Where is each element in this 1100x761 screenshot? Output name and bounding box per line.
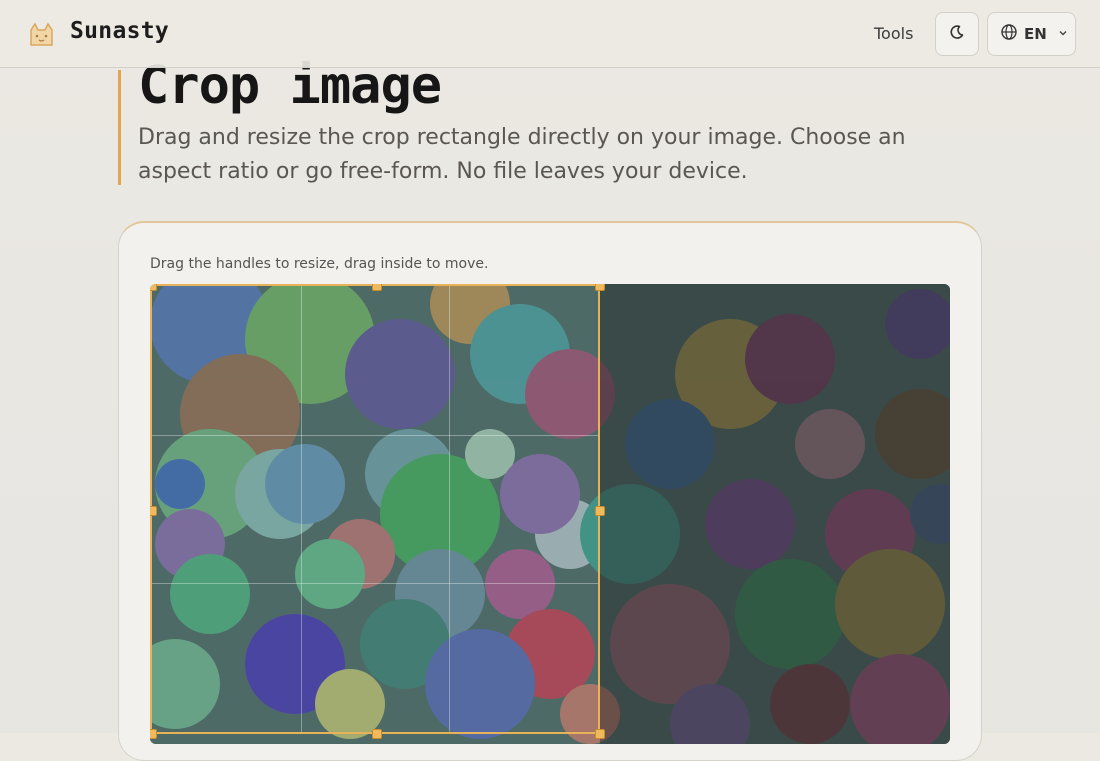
page-description: Drag and resize the crop rectangle direc… <box>138 125 906 184</box>
theme-toggle-button[interactable] <box>935 12 979 56</box>
crop-rectangle[interactable] <box>150 284 605 739</box>
grid-line <box>152 434 598 436</box>
crop-handle-bottom-left[interactable] <box>150 729 157 739</box>
outside-crop-shade <box>600 284 950 744</box>
language-label: EN <box>1024 25 1047 43</box>
language-select[interactable]: EN <box>987 12 1076 56</box>
tools-link[interactable]: Tools <box>866 22 921 45</box>
grid-line <box>152 583 598 585</box>
heading-accent-bar <box>118 70 121 185</box>
image-canvas[interactable] <box>150 284 950 744</box>
crop-handle-right[interactable] <box>595 506 605 516</box>
top-bar: Sunasty Tools EN <box>0 0 1100 68</box>
crop-handle-bottom[interactable] <box>372 729 382 739</box>
crop-handle-top-right[interactable] <box>595 284 605 291</box>
cropper-hint: Drag the handles to resize, drag inside … <box>150 256 489 272</box>
globe-icon <box>1000 23 1018 45</box>
brand-name[interactable]: Sunasty <box>70 18 169 44</box>
grid-line <box>300 286 302 732</box>
chevron-down-icon <box>1057 25 1069 43</box>
crop-handle-top-left[interactable] <box>150 284 157 291</box>
cat-logo-icon[interactable] <box>26 19 56 49</box>
moon-icon <box>949 24 965 45</box>
crop-handle-bottom-right[interactable] <box>595 729 605 739</box>
cropper-card: Drag the handles to resize, drag inside … <box>118 221 982 761</box>
crop-handle-left[interactable] <box>150 506 157 516</box>
crop-handle-top[interactable] <box>372 284 382 291</box>
grid-line <box>449 286 451 732</box>
